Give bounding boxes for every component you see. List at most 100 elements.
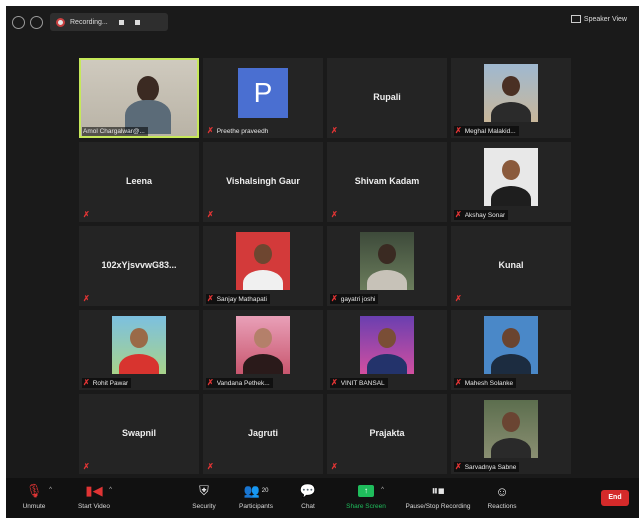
grid-view-icon bbox=[570, 15, 581, 23]
participant-name-label: Amol Chargalwar@... bbox=[82, 127, 148, 136]
participant-tile[interactable]: ✗ Sanjay Mathapati bbox=[203, 226, 323, 306]
end-meeting-button[interactable]: End bbox=[601, 490, 629, 506]
chat-bubble-icon: 💬 bbox=[299, 483, 317, 498]
participant-tile[interactable]: ✗ Rohit Pawar bbox=[79, 310, 199, 390]
participant-tile[interactable]: Kunal ✗ bbox=[451, 226, 571, 306]
share-screen-icon: ↑ bbox=[358, 482, 374, 500]
participant-name-label: ✗ Sarvadnya Sabne bbox=[454, 462, 520, 472]
unmute-label: Unmute bbox=[22, 503, 46, 510]
participant-tile[interactable]: ✗ gayatri joshi bbox=[327, 226, 447, 306]
participant-name-label: ✗ VINIT BANSAL bbox=[330, 378, 388, 388]
participant-name-label: ✗ Mahesh Solanke bbox=[454, 378, 517, 388]
encryption-shield-icon[interactable] bbox=[30, 16, 43, 29]
mic-muted-icon: ✗ bbox=[207, 378, 214, 387]
participant-name: Shivam Kadam bbox=[354, 176, 420, 186]
participant-photo bbox=[484, 400, 538, 458]
participant-name-label: ✗ Preethe praveedh bbox=[206, 126, 271, 136]
participant-tile[interactable]: Swapnil ✗ bbox=[79, 394, 199, 474]
participant-tile[interactable]: ✗ VINIT BANSAL bbox=[327, 310, 447, 390]
participant-tile[interactable]: ✗ Meghal Malakid... bbox=[451, 58, 571, 138]
participant-letter-avatar: P bbox=[238, 68, 288, 118]
participant-name-label: ✗ Meghal Malakid... bbox=[454, 126, 519, 136]
security-button[interactable]: ⛨ Security bbox=[174, 482, 234, 510]
mic-muted-icon: ✗ bbox=[331, 294, 338, 303]
participant-name: Kunal bbox=[498, 260, 524, 270]
participant-name-label: ✗ bbox=[206, 210, 217, 220]
participant-tile[interactable]: Prajakta ✗ bbox=[327, 394, 447, 474]
participant-name: Vishalsingh Gaur bbox=[226, 176, 300, 186]
participant-tile[interactable]: ✗ Sarvadnya Sabne bbox=[451, 394, 571, 474]
chat-label: Chat bbox=[301, 503, 315, 510]
participant-photo bbox=[360, 316, 414, 374]
pause-stop-icon: ⏸⏹ bbox=[431, 483, 445, 498]
participant-tile[interactable]: Leena ✗ bbox=[79, 142, 199, 222]
participant-name-label: ✗ bbox=[330, 210, 341, 220]
mic-muted-icon: ✗ bbox=[207, 210, 214, 219]
recording-pause-icon[interactable] bbox=[118, 19, 124, 25]
participant-name: Leena bbox=[125, 176, 152, 186]
reactions-button[interactable]: ☺ Reactions bbox=[472, 482, 532, 511]
participant-name: Sarvadnya Sabne bbox=[464, 463, 517, 471]
participant-name: Rupali bbox=[373, 92, 401, 102]
participant-tile[interactable]: Vishalsingh Gaur ✗ bbox=[203, 142, 323, 222]
mic-muted-icon: ✗ bbox=[455, 210, 462, 219]
participant-tile[interactable]: ✗ Mahesh Solanke bbox=[451, 310, 571, 390]
participant-tile[interactable]: Jagruti ✗ bbox=[203, 394, 323, 474]
mic-muted-icon: ✗ bbox=[455, 294, 462, 303]
mic-muted-icon: ✗ bbox=[455, 462, 462, 471]
recording-indicator: Recording... bbox=[50, 13, 168, 31]
participants-icon: 👥 20 bbox=[243, 483, 269, 498]
speaker-view-label: Speaker View bbox=[583, 15, 627, 23]
participant-name: Mahesh Solanke bbox=[464, 379, 514, 387]
participant-name: Akshay Sonar bbox=[464, 211, 506, 219]
participant-name: Sanjay Mathapati bbox=[216, 295, 267, 303]
zoom-meeting-window: Recording... Speaker View Amol Chargalwa… bbox=[6, 6, 639, 518]
participant-tile[interactable]: P ✗ Preethe praveedh bbox=[203, 58, 323, 138]
mic-muted-icon: ✗ bbox=[83, 210, 90, 219]
audio-options-caret[interactable]: ^ bbox=[49, 487, 52, 493]
speaker-view-button[interactable]: Speaker View bbox=[570, 15, 627, 23]
participant-photo bbox=[112, 316, 166, 374]
mic-muted-icon: ✗ bbox=[331, 126, 338, 135]
participant-name-label: ✗ Rohit Pawar bbox=[82, 378, 132, 388]
participant-photo bbox=[484, 316, 538, 374]
participants-button[interactable]: 👥 20 Participants bbox=[226, 482, 286, 510]
participant-tile[interactable]: Shivam Kadam ✗ bbox=[327, 142, 447, 222]
mic-muted-icon: ✗ bbox=[207, 462, 214, 471]
participant-photo bbox=[484, 148, 538, 206]
participant-tile[interactable]: ✗ Vandana Pethek... bbox=[203, 310, 323, 390]
participant-video bbox=[81, 60, 197, 136]
participant-name-label: ✗ bbox=[454, 294, 465, 304]
mic-muted-icon: ✗ bbox=[207, 294, 214, 303]
mic-muted-icon: ✗ bbox=[83, 378, 90, 387]
participants-count: 20 bbox=[261, 488, 269, 494]
participant-tile[interactable]: Amol Chargalwar@... bbox=[79, 58, 199, 138]
start-video-label: Start Video bbox=[77, 503, 111, 510]
participant-tile[interactable]: ✗ Akshay Sonar bbox=[451, 142, 571, 222]
meeting-info-icon[interactable] bbox=[12, 16, 25, 29]
participant-name-label: ✗ bbox=[330, 462, 341, 472]
participant-tile[interactable]: Rupali ✗ bbox=[327, 58, 447, 138]
pause-stop-recording-button[interactable]: ⏸⏹ Pause/Stop Recording bbox=[405, 482, 470, 510]
share-options-caret[interactable]: ^ bbox=[381, 487, 384, 493]
reactions-label: Reactions bbox=[487, 503, 517, 510]
video-options-caret[interactable]: ^ bbox=[109, 487, 112, 493]
participant-name: Vandana Pethek... bbox=[216, 379, 270, 387]
participant-name: VINIT BANSAL bbox=[340, 379, 385, 387]
unmute-button[interactable]: 🎙 ^ Unmute bbox=[6, 482, 64, 510]
share-screen-button[interactable]: ↑ ^ Share Screen bbox=[336, 482, 396, 510]
meeting-topbar: Recording... Speaker View bbox=[6, 6, 639, 38]
mic-muted-icon: ✗ bbox=[455, 378, 462, 387]
participant-tile[interactable]: 102xYjsvvwG83... ✗ bbox=[79, 226, 199, 306]
mic-muted-icon: ✗ bbox=[455, 126, 462, 135]
participant-photo bbox=[484, 64, 538, 122]
start-video-button[interactable]: ▮◀ ^ Start Video bbox=[64, 482, 124, 510]
participant-photo bbox=[236, 232, 290, 290]
participant-gallery: Amol Chargalwar@... P ✗ Preethe praveedh… bbox=[79, 58, 571, 474]
participant-name-label: ✗ bbox=[82, 462, 93, 472]
chat-button[interactable]: 💬 Chat bbox=[278, 482, 338, 510]
recording-stop-icon[interactable] bbox=[134, 19, 140, 25]
participant-name-label: ✗ bbox=[206, 462, 217, 472]
participant-name: Amol Chargalwar@... bbox=[83, 128, 145, 135]
participant-name-label: ✗ Sanjay Mathapati bbox=[206, 294, 270, 304]
